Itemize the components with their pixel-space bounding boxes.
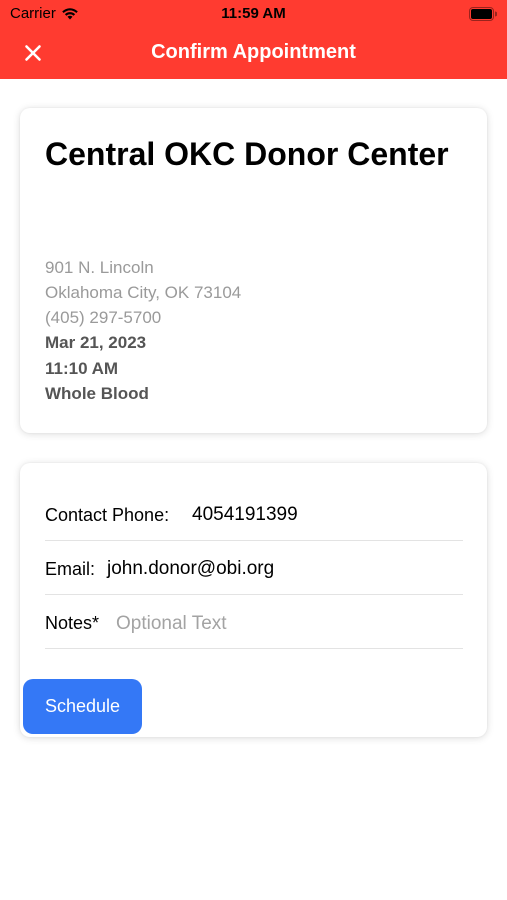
center-name: Central OKC Donor Center	[45, 136, 449, 172]
status-time: 11:59 AM	[221, 5, 286, 22]
center-phone: (405) 297-5700	[45, 308, 162, 327]
donor-center-card: Central OKC Donor Center 901 N. Lincoln …	[20, 108, 487, 433]
page-title: Confirm Appointment	[151, 41, 356, 63]
status-bar: Carrier 11:59 AM	[0, 0, 507, 28]
contact-phone-label: Contact Phone:	[45, 505, 170, 525]
notes-label: Notes*	[45, 613, 100, 633]
address-line-1: 901 N. Lincoln	[45, 258, 154, 277]
schedule-button[interactable]: Schedule	[23, 679, 142, 734]
email-value[interactable]: john.donor@obi.org	[107, 558, 274, 580]
appointment-time: 11:10 AM	[45, 359, 119, 378]
address-line-2: Oklahoma City, OK 73104	[45, 283, 242, 302]
notes-input[interactable]	[116, 610, 456, 638]
email-label: Email:	[45, 559, 96, 579]
appointment-date: Mar 21, 2023	[45, 333, 147, 352]
nav-bar: Confirm Appointment	[0, 28, 507, 79]
email-row[interactable]: Email: john.donor@obi.org	[45, 541, 463, 595]
contact-phone-row[interactable]: Contact Phone: 4054191399	[45, 487, 463, 541]
donation-type: Whole Blood	[45, 384, 149, 403]
battery-icon	[469, 7, 497, 21]
notes-row[interactable]: Notes*	[45, 595, 463, 649]
contact-phone-value[interactable]: 4054191399	[192, 504, 298, 526]
